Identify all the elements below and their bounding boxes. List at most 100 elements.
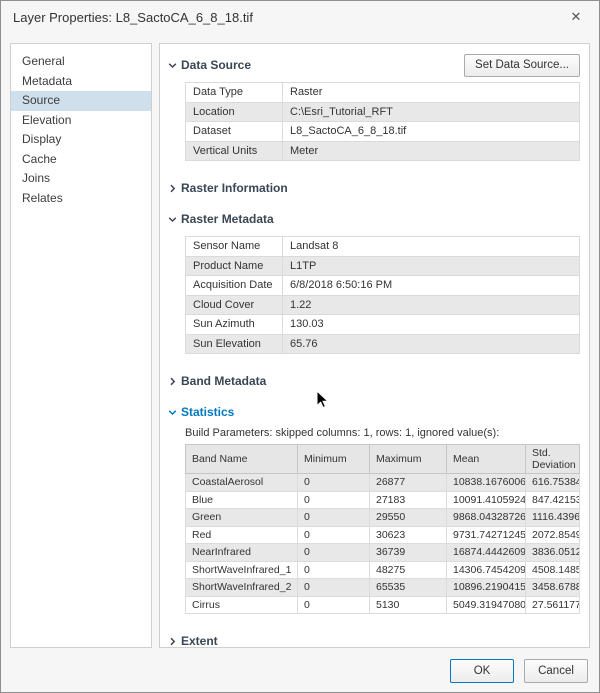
cell-mean: 10838.1676006 — [446, 473, 526, 492]
property-label: Dataset — [185, 121, 283, 142]
section-header-band-metadata[interactable]: Band Metadata — [167, 371, 582, 391]
cell-mean: 16874.4442609 — [446, 543, 526, 562]
sidebar-item-source[interactable]: Source — [11, 91, 151, 111]
section-header-statistics[interactable]: Statistics — [167, 402, 582, 422]
chevron-down-icon — [167, 407, 181, 418]
cell-maximum: 5130 — [369, 595, 447, 614]
table-row: CoastalAerosol 0 26877 10838.1676006 616… — [185, 473, 580, 492]
sidebar-item-display[interactable]: Display — [11, 130, 151, 150]
property-value: Meter — [282, 140, 580, 161]
close-icon[interactable]: ✕ — [567, 9, 585, 25]
ok-button[interactable]: OK — [450, 659, 514, 683]
property-value: 1.22 — [282, 294, 580, 315]
chevron-down-icon — [167, 214, 181, 225]
cell-mean: 10091.4105924 — [446, 490, 526, 509]
main-panel: Data Source Set Data Source... Data Type… — [159, 43, 590, 648]
table-row: Cloud Cover 1.22 — [185, 294, 580, 315]
cell-mean: 9868.04328726 — [446, 508, 526, 527]
cell-band-name: CoastalAerosol — [185, 473, 298, 492]
property-label: Sun Azimuth — [185, 314, 283, 335]
sidebar-item-cache[interactable]: Cache — [11, 150, 151, 170]
sidebar: General Metadata Source Elevation Displa… — [10, 43, 152, 648]
cell-minimum: 0 — [297, 490, 370, 509]
cell-std-deviation: 616.753843459 — [525, 473, 580, 492]
cell-std-deviation: 3458.67881356 — [525, 578, 580, 597]
column-header: Band Name — [185, 444, 298, 474]
cell-band-name: NearInfrared — [185, 543, 298, 562]
build-parameters-text: Build Parameters: skipped columns: 1, ro… — [185, 427, 500, 439]
property-label: Data Type — [185, 82, 283, 103]
cell-std-deviation: 2072.85493634 — [525, 525, 580, 544]
table-row: Data Type Raster — [185, 82, 580, 103]
title-bar: Layer Properties: L8_SactoCA_6_8_18.tif … — [1, 1, 599, 35]
cell-std-deviation: 1116.43967288 — [525, 508, 580, 527]
cell-band-name: Cirrus — [185, 595, 298, 614]
cell-std-deviation: 27.5611779609 — [525, 595, 580, 614]
table-row: NearInfrared 0 36739 16874.4442609 3836.… — [185, 543, 580, 562]
section-title: Band Metadata — [181, 374, 267, 388]
table-row: Acquisition Date 6/8/2018 6:50:16 PM — [185, 275, 580, 296]
column-header: Maximum — [369, 444, 447, 474]
section-title: Raster Information — [181, 181, 288, 195]
cell-mean: 5049.31947080 — [446, 595, 526, 614]
table-row: Vertical Units Meter — [185, 140, 580, 161]
table-row: Sensor Name Landsat 8 — [185, 236, 580, 257]
section-header-raster-metadata[interactable]: Raster Metadata — [167, 209, 582, 229]
sidebar-item-general[interactable]: General — [11, 52, 151, 72]
section-title: Data Source — [181, 58, 252, 72]
sidebar-item-elevation[interactable]: Elevation — [11, 111, 151, 131]
cell-minimum: 0 — [297, 508, 370, 527]
table-row: Dataset L8_SactoCA_6_8_18.tif — [185, 121, 580, 142]
column-header: Std. Deviation — [525, 444, 580, 474]
sidebar-item-joins[interactable]: Joins — [11, 169, 151, 189]
cell-mean: 9731.74271245 — [446, 525, 526, 544]
chevron-right-icon — [167, 376, 181, 387]
cell-std-deviation: 3836.05126020 — [525, 543, 580, 562]
sidebar-item-relates[interactable]: Relates — [11, 189, 151, 209]
property-label: Vertical Units — [185, 140, 283, 161]
cell-mean: 14306.7454209 — [446, 560, 526, 579]
section-header-raster-information[interactable]: Raster Information — [167, 178, 582, 198]
property-value: 6/8/2018 6:50:16 PM — [282, 275, 580, 296]
table-row: Cirrus 0 5130 5049.31947080 27.561177960… — [185, 595, 580, 614]
chevron-right-icon — [167, 636, 181, 647]
cell-maximum: 48275 — [369, 560, 447, 579]
cell-mean: 10896.2190415 — [446, 578, 526, 597]
set-data-source-button[interactable]: Set Data Source... — [464, 53, 580, 77]
cell-std-deviation: 847.421537067 — [525, 490, 580, 509]
property-value: L8_SactoCA_6_8_18.tif — [282, 121, 580, 142]
sidebar-item-metadata[interactable]: Metadata — [11, 72, 151, 92]
cell-maximum: 30623 — [369, 525, 447, 544]
data-source-table: Data Type Raster Location C:\Esri_Tutori… — [185, 82, 580, 161]
column-header: Minimum — [297, 444, 370, 474]
column-header: Mean — [446, 444, 526, 474]
property-value: L1TP — [282, 255, 580, 276]
cell-maximum: 65535 — [369, 578, 447, 597]
cell-minimum: 0 — [297, 473, 370, 492]
cell-band-name: ShortWaveInfrared_1 — [185, 560, 298, 579]
property-label: Location — [185, 101, 283, 122]
cell-maximum: 26877 — [369, 473, 447, 492]
property-label: Product Name — [185, 255, 283, 276]
layer-properties-dialog: Layer Properties: L8_SactoCA_6_8_18.tif … — [0, 0, 600, 693]
dialog-title: Layer Properties: L8_SactoCA_6_8_18.tif — [13, 10, 253, 25]
section-title: Raster Metadata — [181, 212, 274, 226]
dialog-footer: OK Cancel — [450, 659, 588, 683]
statistics-table: Band Name Minimum Maximum Mean Std. Devi… — [185, 444, 580, 614]
cell-minimum: 0 — [297, 595, 370, 614]
cell-minimum: 0 — [297, 525, 370, 544]
section-header-data-source[interactable]: Data Source Set Data Source... — [167, 53, 582, 77]
table-row: Product Name L1TP — [185, 255, 580, 276]
table-header-row: Band Name Minimum Maximum Mean Std. Devi… — [185, 444, 580, 474]
table-row: Sun Azimuth 130.03 — [185, 314, 580, 335]
section-header-extent[interactable]: Extent — [167, 631, 582, 648]
cell-minimum: 0 — [297, 578, 370, 597]
table-row: Sun Elevation 65.76 — [185, 333, 580, 354]
cancel-button[interactable]: Cancel — [524, 659, 588, 683]
property-label: Sun Elevation — [185, 333, 283, 354]
cell-band-name: Green — [185, 508, 298, 527]
table-row: ShortWaveInfrared_2 0 65535 10896.219041… — [185, 578, 580, 597]
section-title: Extent — [181, 634, 218, 648]
property-label: Acquisition Date — [185, 275, 283, 296]
chevron-right-icon — [167, 183, 181, 194]
